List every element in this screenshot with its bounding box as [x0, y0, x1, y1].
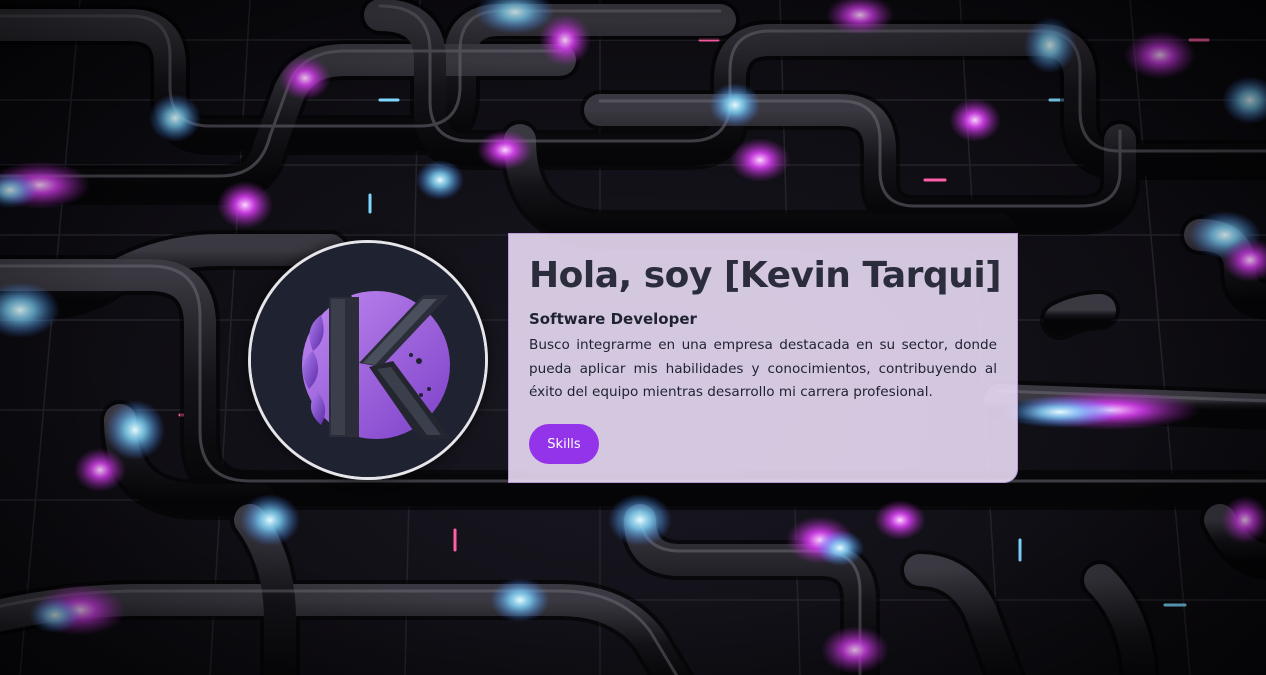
skills-button[interactable]: Skills [529, 424, 599, 464]
k-monogram-logo-icon [251, 243, 485, 477]
intro-description: Busco integrarme en una empresa destacad… [529, 337, 997, 400]
hero-section: Hola, soy [Kevin Tarqui] Software Develo… [0, 0, 1266, 675]
intro-card: Hola, soy [Kevin Tarqui] Software Develo… [508, 233, 1018, 483]
avatar [248, 240, 488, 480]
page-title: Hola, soy [Kevin Tarqui] [529, 255, 1002, 296]
job-title: Software Developer [529, 310, 697, 328]
